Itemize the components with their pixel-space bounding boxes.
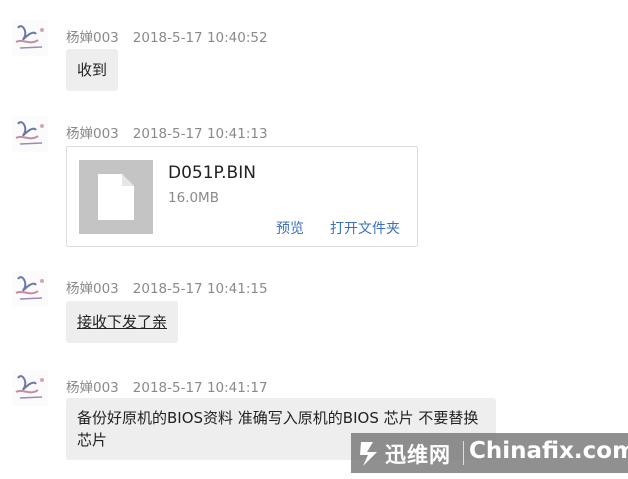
timestamp: 2018-5-17 10:40:52 [132, 30, 268, 46]
message-meta: 杨婵003 2018-5-17 10:40:52 [66, 26, 268, 46]
message-meta: 杨婵003 2018-5-17 10:41:17 [66, 376, 268, 396]
watermark: 迅维网 Chinafix.com [351, 433, 628, 473]
sender-name: 杨婵003 [66, 30, 119, 46]
watermark-en-text: Chinafix.com [469, 438, 628, 464]
file-card[interactable]: D051P.BIN 16.0MB 预览 打开文件夹 [66, 146, 418, 247]
watermark-divider [463, 441, 464, 465]
avatar[interactable] [12, 370, 48, 406]
timestamp: 2018-5-17 10:41:15 [132, 281, 268, 297]
preview-link[interactable]: 预览 [276, 218, 304, 238]
watermark-logo-icon [360, 442, 377, 466]
message-text: 收到 [77, 61, 108, 79]
avatar-image [15, 375, 44, 399]
sender-name: 杨婵003 [66, 281, 119, 297]
message-meta: 杨婵003 2018-5-17 10:41:13 [66, 122, 268, 142]
timestamp: 2018-5-17 10:41:17 [132, 380, 268, 396]
message-meta: 杨婵003 2018-5-17 10:41:15 [66, 277, 268, 297]
open-folder-link[interactable]: 打开文件夹 [330, 218, 400, 238]
file-icon [79, 160, 153, 234]
sender-name: 杨婵003 [66, 126, 119, 142]
avatar-image [15, 25, 44, 49]
file-size: 16.0MB [168, 190, 219, 206]
timestamp: 2018-5-17 10:41:13 [132, 126, 268, 142]
sender-name: 杨婵003 [66, 380, 119, 396]
message-bubble[interactable]: 收到 [66, 49, 119, 91]
watermark-cn-text: 迅维网 [385, 443, 451, 467]
avatar-image [15, 276, 44, 300]
avatar-image [15, 121, 44, 145]
avatar[interactable] [12, 20, 48, 56]
message-bubble[interactable]: 接收下发了亲 [66, 301, 179, 343]
avatar[interactable] [12, 116, 48, 152]
file-name: D051P.BIN [168, 163, 256, 183]
message-text[interactable]: 接收下发了亲 [77, 313, 167, 331]
avatar[interactable] [12, 271, 48, 307]
